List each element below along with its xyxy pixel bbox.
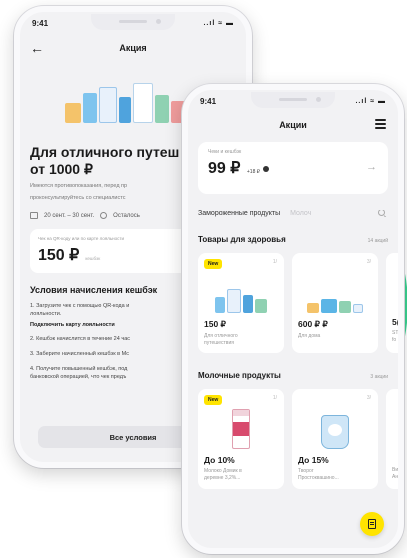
card-index: 1/ — [272, 395, 277, 401]
clock-icon — [100, 212, 108, 219]
milk-carton-image — [204, 403, 278, 449]
section-title: Товары для здоровья — [198, 235, 286, 244]
product-price: 5( — [392, 317, 398, 327]
phone-promotions-list: 9:41 ..ıl ≈ ▬ Акции Чеки и кешбэк 99 ₽ +… — [182, 84, 404, 554]
product-desc: Для отличного путешествия — [204, 333, 238, 346]
card-index: 3/ — [366, 395, 371, 401]
products-illustration — [65, 83, 201, 123]
promo-dates: 20 сент. – 30 сент. — [44, 212, 95, 219]
product-image — [204, 267, 278, 313]
product-desc: Творог Простоквашино... — [298, 468, 339, 481]
section-count: 3 акции — [370, 374, 388, 380]
cashback-balance: 99 ₽ +18 ₽ — [208, 158, 378, 178]
promo-remaining: Осталось — [113, 212, 140, 219]
calendar-icon — [30, 212, 38, 219]
tab-dairy[interactable]: Молоч — [290, 210, 311, 217]
product-desc: Для дома — [298, 333, 321, 339]
status-icons: ..ıl ≈ ▬ — [203, 19, 234, 27]
receipt-icon — [368, 519, 376, 529]
receipt-fab-button[interactable] — [360, 512, 384, 536]
new-badge: New — [204, 395, 223, 405]
phone-notch — [91, 14, 175, 30]
health-cards-row: New 1/ 150 ₽ Для отличного путешествия 3/… — [188, 253, 398, 353]
product-card[interactable]: New 1/ До 10% Молоко Домик в деревне 3,2%… — [198, 389, 284, 489]
product-card[interactable]: 3/ 600 ₽ ₽ Для дома — [292, 253, 378, 353]
product-card[interactable]: New 1/ 150 ₽ Для отличного путешествия — [198, 253, 284, 353]
status-time: 9:41 — [32, 18, 49, 28]
card-index: 3/ — [366, 259, 371, 265]
search-icon[interactable] — [378, 210, 388, 217]
status-time: 9:41 — [200, 96, 217, 106]
receipts-cashback-card[interactable]: Чеки и кешбэк 99 ₽ +18 ₽ → — [198, 142, 388, 194]
screen-header: Акции — [188, 112, 398, 138]
product-card-partial[interactable]: Ви Ан — [386, 389, 398, 489]
product-desc: Ви Ан — [392, 467, 398, 480]
product-price: До 10% — [204, 455, 235, 465]
info-icon — [262, 165, 269, 172]
new-badge: New — [204, 259, 223, 269]
dairy-cards-row: New 1/ До 10% Молоко Домик в деревне 3,2%… — [188, 389, 398, 489]
product-card-partial[interactable]: 5( STfo — [386, 253, 398, 353]
product-image — [298, 267, 372, 313]
product-desc: ST fo — [392, 330, 398, 343]
receipts-label: Чеки и кешбэк — [208, 149, 242, 155]
section-header-dairy: Молочные продукты 3 акции — [188, 371, 398, 380]
screen-title: Акции — [279, 120, 307, 130]
yogurt-cup-image — [298, 403, 372, 449]
category-tabs: Замороженные продукты Молоч — [188, 210, 398, 217]
phone-notch — [251, 92, 335, 108]
section-count: 14 акций — [367, 238, 388, 244]
product-desc: Молоко Домик в деревне 3,2%... — [204, 468, 242, 481]
tab-frozen-products[interactable]: Замороженные продукты — [198, 210, 280, 217]
product-price: 150 ₽ — [204, 319, 226, 329]
product-price: До 15% — [298, 455, 329, 465]
product-price: 600 ₽ ₽ — [298, 319, 328, 329]
screen-header: ← Акция — [20, 34, 246, 62]
card-index: 1/ — [272, 259, 277, 265]
status-icons: ..ıl ≈ ▬ — [355, 97, 386, 105]
menu-icon[interactable] — [375, 119, 386, 131]
screen-title: Акция — [119, 43, 147, 53]
product-card[interactable]: 3/ До 15% Творог Простоквашино... — [292, 389, 378, 489]
section-header-health: Товары для здоровья 14 акций — [188, 235, 398, 244]
arrow-right-icon: → — [366, 161, 377, 173]
section-title: Молочные продукты — [198, 371, 281, 380]
back-arrow-icon[interactable]: ← — [30, 40, 50, 56]
